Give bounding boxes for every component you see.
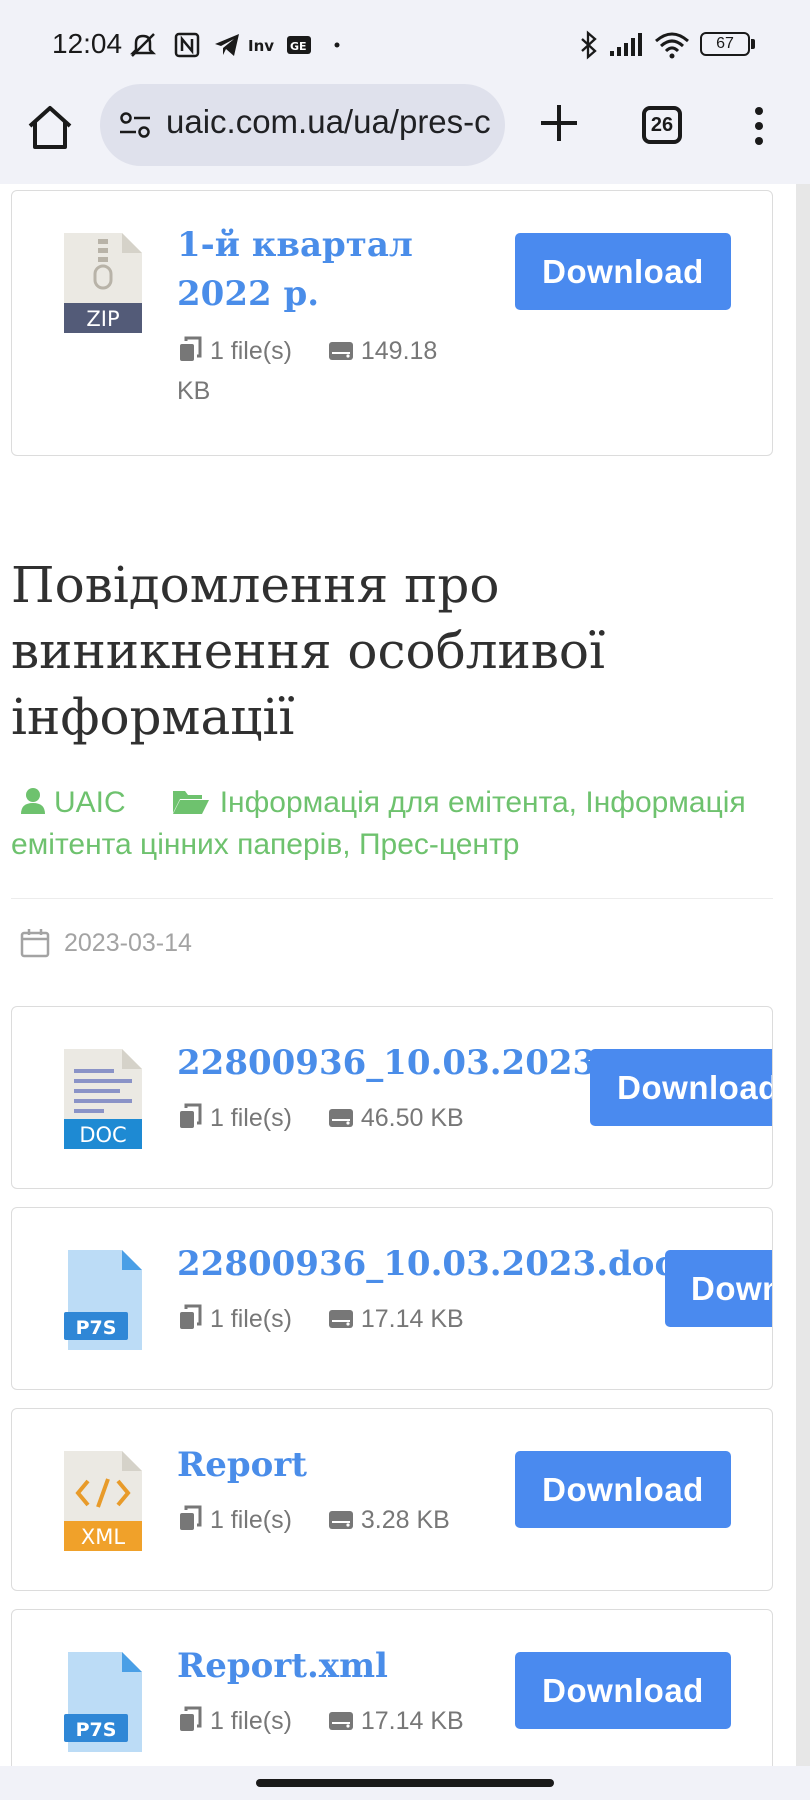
file-title[interactable]: 22800936_10.03.2023.doc <box>177 1244 675 1284</box>
file-card: P7S 22800936_10.03.2023.doc 1 file(s) 17… <box>11 1207 773 1390</box>
p7s-file-icon: P7S <box>64 1250 142 1350</box>
file-title[interactable]: Report.xml <box>177 1646 388 1686</box>
app-notification-icon: GE <box>287 36 311 54</box>
xml-file-icon: XML <box>64 1451 142 1551</box>
page-scrollbar[interactable] <box>796 184 810 1766</box>
site-settings-icon[interactable] <box>118 110 152 140</box>
more-menu-icon[interactable] <box>752 106 766 146</box>
files-icon <box>180 1505 202 1530</box>
file-size: 46.50 KB <box>360 1104 464 1132</box>
bluetooth-icon <box>581 30 597 60</box>
more-notifications-icon <box>334 42 340 48</box>
file-size: 17.14 KB <box>360 1305 464 1333</box>
address-bar[interactable]: uaic.com.ua/ua/pres-c <box>100 84 505 166</box>
file-size: 3.28 KB <box>360 1506 450 1534</box>
download-button[interactable]: Download <box>515 1652 731 1729</box>
url-text[interactable]: uaic.com.ua/ua/pres-c <box>166 103 496 141</box>
storage-icon <box>328 1511 353 1529</box>
storage-icon <box>328 342 353 360</box>
file-meta: 1 file(s) 17.14 KB <box>177 1706 464 1736</box>
file-count: 1 file(s) <box>209 1104 292 1132</box>
file-meta: 1 file(s) 17.14 KB <box>177 1304 464 1334</box>
p7s-file-icon: P7S <box>64 1652 142 1752</box>
download-button[interactable]: Download <box>515 1451 731 1528</box>
home-icon[interactable] <box>24 102 76 154</box>
folder-open-icon <box>172 791 209 814</box>
svg-text:DOC: DOC <box>79 1123 126 1147</box>
nfc-icon <box>174 32 200 58</box>
telegram-icon <box>215 34 239 56</box>
file-size: 17.14 KB <box>360 1707 464 1735</box>
article-date-row: 2023-03-14 <box>20 928 192 958</box>
file-title[interactable]: Report <box>177 1445 307 1485</box>
svg-text:P7S: P7S <box>76 1317 117 1339</box>
new-tab-icon[interactable] <box>536 100 582 146</box>
file-card: XML Report 1 file(s) 3.28 KB Download <box>11 1408 773 1591</box>
download-button[interactable]: Download <box>590 1049 772 1126</box>
file-meta: 1 file(s) 149.18 KB <box>177 331 462 411</box>
file-card: DOC 22800936_10.03.2023 1 file(s) 46.50 … <box>11 1006 773 1189</box>
author-link[interactable]: UAIC <box>54 786 126 819</box>
download-button[interactable]: Downlo <box>665 1250 772 1327</box>
storage-icon <box>328 1310 353 1328</box>
user-icon <box>21 788 45 814</box>
zip-file-icon: ZIP <box>64 233 142 333</box>
signal-icon <box>610 33 642 56</box>
file-card: P7S Report.xml 1 file(s) 17.14 KB Downlo… <box>11 1609 773 1792</box>
article-date: 2023-03-14 <box>64 929 192 957</box>
download-button[interactable]: Download <box>515 233 731 310</box>
storage-icon <box>328 1109 353 1127</box>
browser-chrome: 12:04 Inv GE 67 uaic.com.ua/ua/pres-c 26 <box>0 0 810 184</box>
file-title[interactable]: 22800936_10.03.2023 <box>177 1043 596 1083</box>
status-bar: 12:04 Inv GE 67 <box>0 0 810 90</box>
file-count: 1 file(s) <box>209 1707 292 1735</box>
status-time: 12:04 <box>52 28 123 59</box>
doc-file-icon: DOC <box>64 1049 142 1149</box>
home-gesture-handle[interactable] <box>256 1779 554 1787</box>
svg-text:GE: GE <box>290 40 307 53</box>
tab-count: 26 <box>650 114 674 136</box>
storage-icon <box>328 1712 353 1730</box>
mute-icon <box>129 33 157 57</box>
files-icon <box>180 336 202 361</box>
file-count: 1 file(s) <box>209 1506 292 1534</box>
file-card: ZIP 1-й квартал 2022 р. 1 file(s) 149.18… <box>11 190 773 456</box>
gesture-navigation-bar <box>0 1766 810 1800</box>
article-title[interactable]: Повідомлення про виникнення особливої ін… <box>11 552 751 750</box>
battery-icon: 67 <box>700 32 750 56</box>
file-meta: 1 file(s) 3.28 KB <box>177 1505 450 1535</box>
svg-text:Inv: Inv <box>248 37 274 55</box>
divider <box>11 898 773 899</box>
calendar-icon <box>20 929 50 958</box>
files-icon <box>180 1304 202 1329</box>
file-count: 1 file(s) <box>209 1305 292 1333</box>
investing-icon: Inv <box>248 37 274 55</box>
svg-text:XML: XML <box>81 1525 126 1549</box>
svg-text:P7S: P7S <box>76 1719 117 1741</box>
svg-text:ZIP: ZIP <box>86 307 119 331</box>
browser-toolbar: uaic.com.ua/ua/pres-c 26 <box>0 84 810 184</box>
files-icon <box>180 1706 202 1731</box>
tab-switcher-button[interactable]: 26 <box>642 106 682 144</box>
article-meta: UAIC Інформація для емітента, Інформація … <box>11 782 771 866</box>
file-meta: 1 file(s) 46.50 KB <box>177 1103 464 1133</box>
wifi-icon <box>655 32 689 59</box>
battery-level: 67 <box>716 35 734 52</box>
file-title[interactable]: 1-й квартал 2022 р. <box>177 221 467 319</box>
files-icon <box>180 1103 202 1128</box>
battery-tip <box>751 39 755 49</box>
file-count: 1 file(s) <box>209 337 292 365</box>
